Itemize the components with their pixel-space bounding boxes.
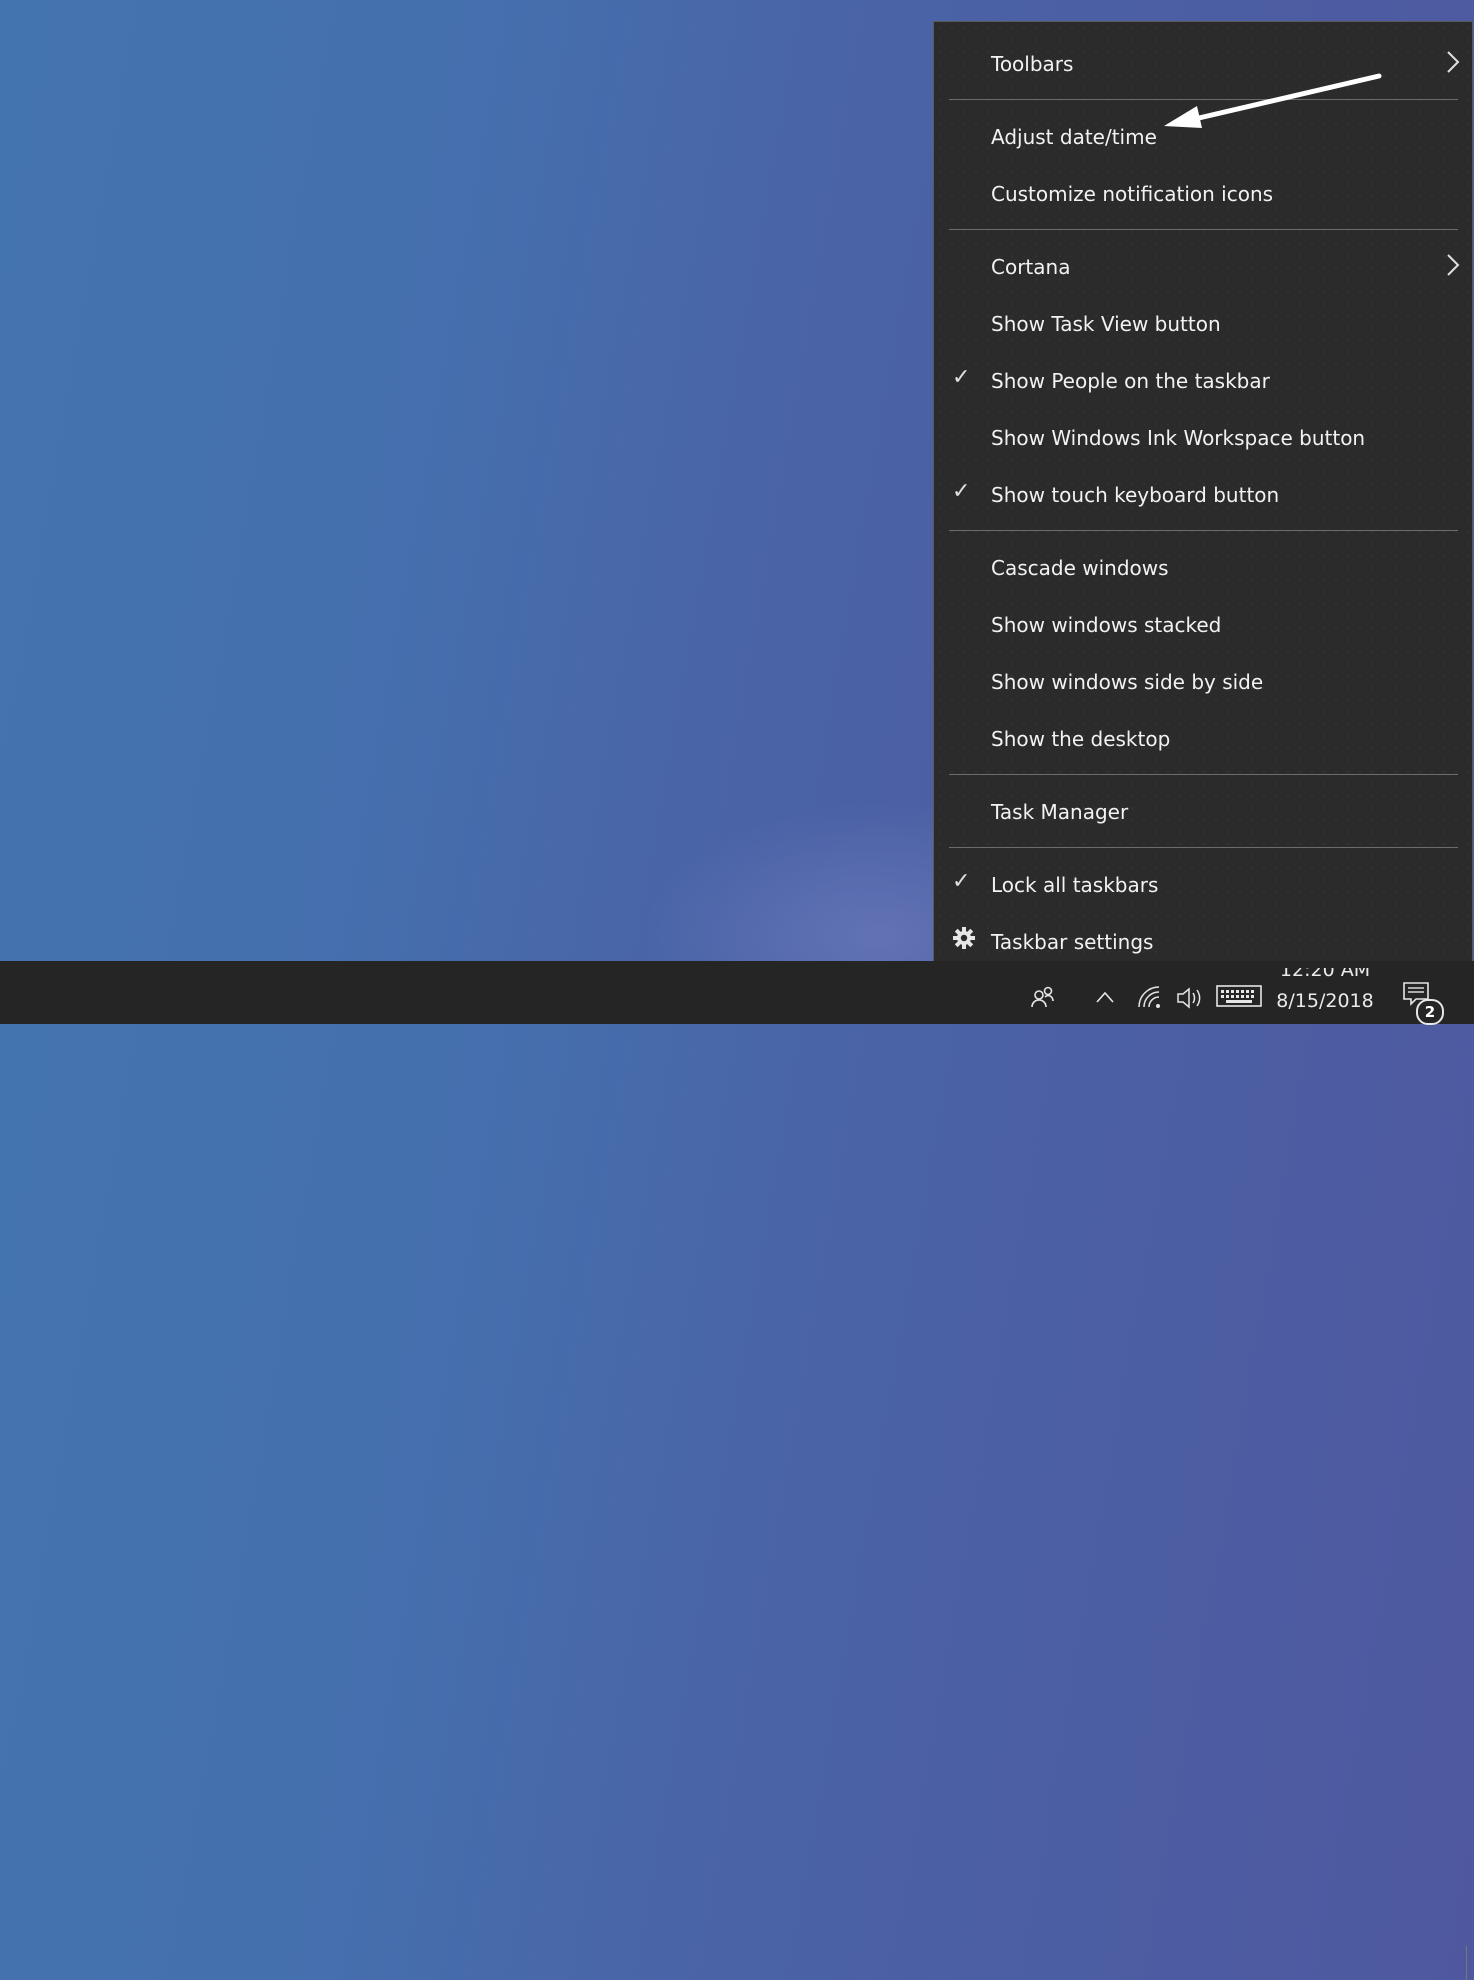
gear-icon bbox=[952, 926, 976, 955]
menu-item-label: Show touch keyboard button bbox=[991, 483, 1280, 507]
menu-item-label: Cascade windows bbox=[991, 556, 1169, 580]
chevron-right-icon bbox=[1446, 50, 1460, 79]
menu-item-customize-notification-icons[interactable]: Customize notification icons bbox=[934, 166, 1472, 223]
menu-item-label: Cortana bbox=[991, 255, 1071, 279]
menu-item-show-windows-stacked[interactable]: Show windows stacked bbox=[934, 597, 1472, 654]
menu-item-label: Customize notification icons bbox=[991, 182, 1274, 206]
menu-item-show-task-view-button[interactable]: Show Task View button bbox=[934, 296, 1472, 353]
menu-separator bbox=[949, 847, 1458, 848]
menu-separator bbox=[949, 774, 1458, 775]
menu-item-label: Show windows side by side bbox=[991, 670, 1264, 694]
menu-separator bbox=[949, 229, 1458, 230]
clock-date: 8/15/2018 bbox=[1276, 990, 1374, 1012]
menu-item-label: Show the desktop bbox=[991, 727, 1171, 751]
menu-item-show-touch-keyboard[interactable]: ✓ Show touch keyboard button bbox=[934, 467, 1472, 524]
clock-time: 12:20 AM bbox=[1279, 968, 1371, 981]
menu-item-label: Show windows stacked bbox=[991, 613, 1222, 637]
taskbar-clock[interactable]: 12:20 AM 8/15/2018 bbox=[1266, 968, 1384, 1012]
menu-item-label: Task Manager bbox=[991, 800, 1129, 824]
menu-item-toolbars[interactable]: Toolbars bbox=[934, 36, 1472, 93]
checkmark-icon: ✓ bbox=[952, 869, 971, 894]
taskbar-context-menu: Toolbars Adjust date/time Customize noti… bbox=[933, 21, 1473, 983]
menu-item-show-windows-ink[interactable]: Show Windows Ink Workspace button bbox=[934, 410, 1472, 467]
menu-separator bbox=[949, 99, 1458, 100]
menu-item-label: Taskbar settings bbox=[991, 930, 1154, 954]
menu-item-adjust-date-time[interactable]: Adjust date/time bbox=[934, 109, 1472, 166]
show-desktop-button[interactable] bbox=[1466, 1946, 1467, 1980]
menu-item-label: Toolbars bbox=[991, 52, 1074, 76]
menu-item-label: Adjust date/time bbox=[991, 125, 1157, 149]
menu-item-label: Lock all taskbars bbox=[991, 873, 1159, 897]
menu-item-task-manager[interactable]: Task Manager bbox=[934, 784, 1472, 841]
touch-keyboard-icon[interactable] bbox=[1216, 985, 1262, 1014]
volume-icon[interactable] bbox=[1176, 986, 1202, 1015]
chevron-right-icon bbox=[1446, 253, 1460, 282]
menu-item-label: Show Task View button bbox=[991, 312, 1221, 336]
checkmark-icon: ✓ bbox=[952, 479, 971, 504]
menu-separator bbox=[949, 530, 1458, 531]
menu-item-show-the-desktop[interactable]: Show the desktop bbox=[934, 711, 1472, 768]
menu-item-label: Show Windows Ink Workspace button bbox=[991, 426, 1366, 450]
menu-item-lock-all-taskbars[interactable]: ✓ Lock all taskbars bbox=[934, 857, 1472, 914]
chevron-up-icon[interactable] bbox=[1095, 987, 1115, 1009]
menu-item-cascade-windows[interactable]: Cascade windows bbox=[934, 540, 1472, 597]
menu-item-show-people[interactable]: ✓ Show People on the taskbar bbox=[934, 353, 1472, 410]
menu-item-cortana[interactable]: Cortana bbox=[934, 239, 1472, 296]
people-icon[interactable] bbox=[1030, 985, 1056, 1016]
taskbar bbox=[0, 961, 1474, 1980]
desktop-glow bbox=[640, 800, 980, 970]
notification-count-badge: 2 bbox=[1416, 999, 1444, 1025]
menu-item-show-windows-side-by-side[interactable]: Show windows side by side bbox=[934, 654, 1472, 711]
checkmark-icon: ✓ bbox=[952, 365, 971, 390]
wifi-icon[interactable] bbox=[1137, 985, 1163, 1014]
menu-item-label: Show People on the taskbar bbox=[991, 369, 1270, 393]
